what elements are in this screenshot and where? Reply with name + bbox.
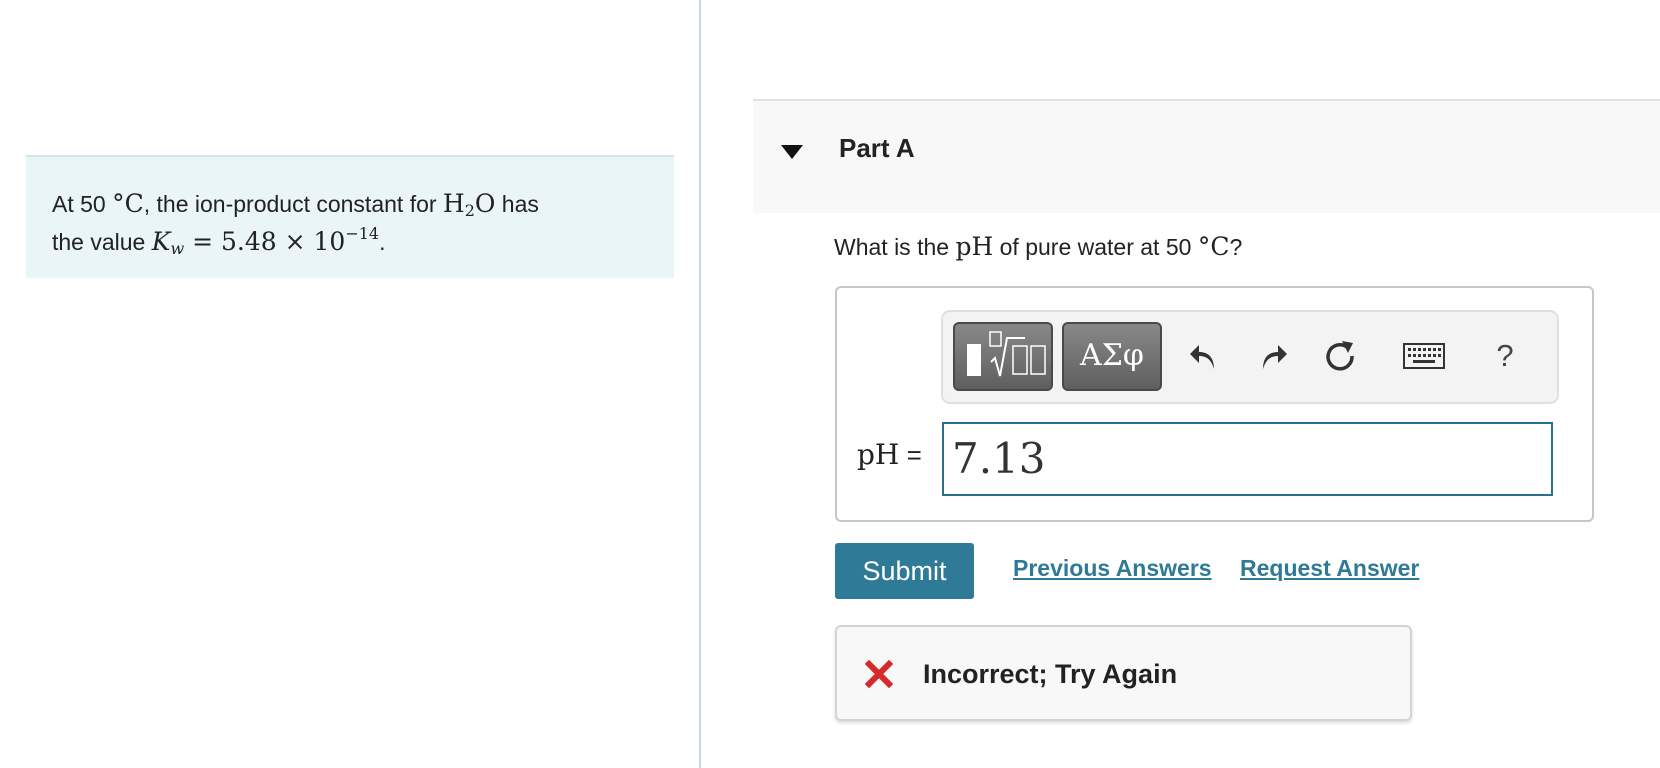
part-title: Part A — [839, 133, 915, 163]
ph-symbol: pH — [955, 232, 994, 261]
temperature-unit: °C — [1197, 232, 1230, 261]
kw-symbol: Kw — [151, 227, 185, 258]
help-button[interactable]: ? — [1483, 334, 1527, 378]
reset-icon — [1326, 341, 1354, 371]
intro-text: has — [495, 191, 539, 217]
templates-icon — [967, 331, 1046, 377]
water-formula: H2O — [442, 189, 496, 220]
math-toolbar: ΑΣφ ? — [941, 310, 1559, 404]
intro-text: the value — [52, 229, 152, 255]
intro-line-2: the value Kw = 5.48 × 10−14. — [52, 224, 386, 258]
undo-button[interactable] — [1183, 334, 1227, 378]
kw-value: = 5.48 × 10−14 — [184, 224, 380, 257]
ph-answer-input[interactable]: 7.13 — [942, 422, 1553, 496]
redo-button[interactable] — [1250, 334, 1294, 378]
intro-text: At 50 — [52, 191, 113, 217]
intro-line-1: At 50 °C, the ion-product constant for H… — [52, 185, 648, 223]
panel-divider — [699, 0, 701, 768]
request-answer-link[interactable]: Request Answer — [1240, 555, 1419, 582]
feedback-box: Incorrect; Try Again — [835, 625, 1412, 721]
keyboard-button[interactable] — [1399, 334, 1449, 378]
templates-button[interactable] — [953, 322, 1053, 391]
incorrect-x-icon — [865, 660, 893, 688]
previous-answers-link[interactable]: Previous Answers — [1013, 555, 1212, 582]
feedback-text: Incorrect; Try Again — [923, 659, 1178, 689]
problem-intro: At 50 °C, the ion-product constant for H… — [26, 155, 674, 278]
answer-label: pH = — [857, 438, 922, 471]
keyboard-icon — [1403, 343, 1445, 369]
question-text: What is the pH of pure water at 50 °C? — [834, 232, 1243, 261]
answer-box: ΑΣφ ? pH = 7.13 — [835, 286, 1594, 522]
redo-icon — [1263, 345, 1287, 369]
undo-icon — [1190, 345, 1214, 369]
intro-text: , the ion-product constant for — [143, 191, 443, 217]
greek-symbols-button[interactable]: ΑΣφ — [1062, 322, 1162, 391]
reset-button[interactable] — [1318, 334, 1362, 378]
temperature-unit: °C — [112, 189, 144, 218]
part-header: Part A — [753, 99, 1660, 213]
submit-button[interactable]: Submit — [835, 543, 974, 599]
collapse-triangle-icon[interactable] — [780, 144, 804, 160]
